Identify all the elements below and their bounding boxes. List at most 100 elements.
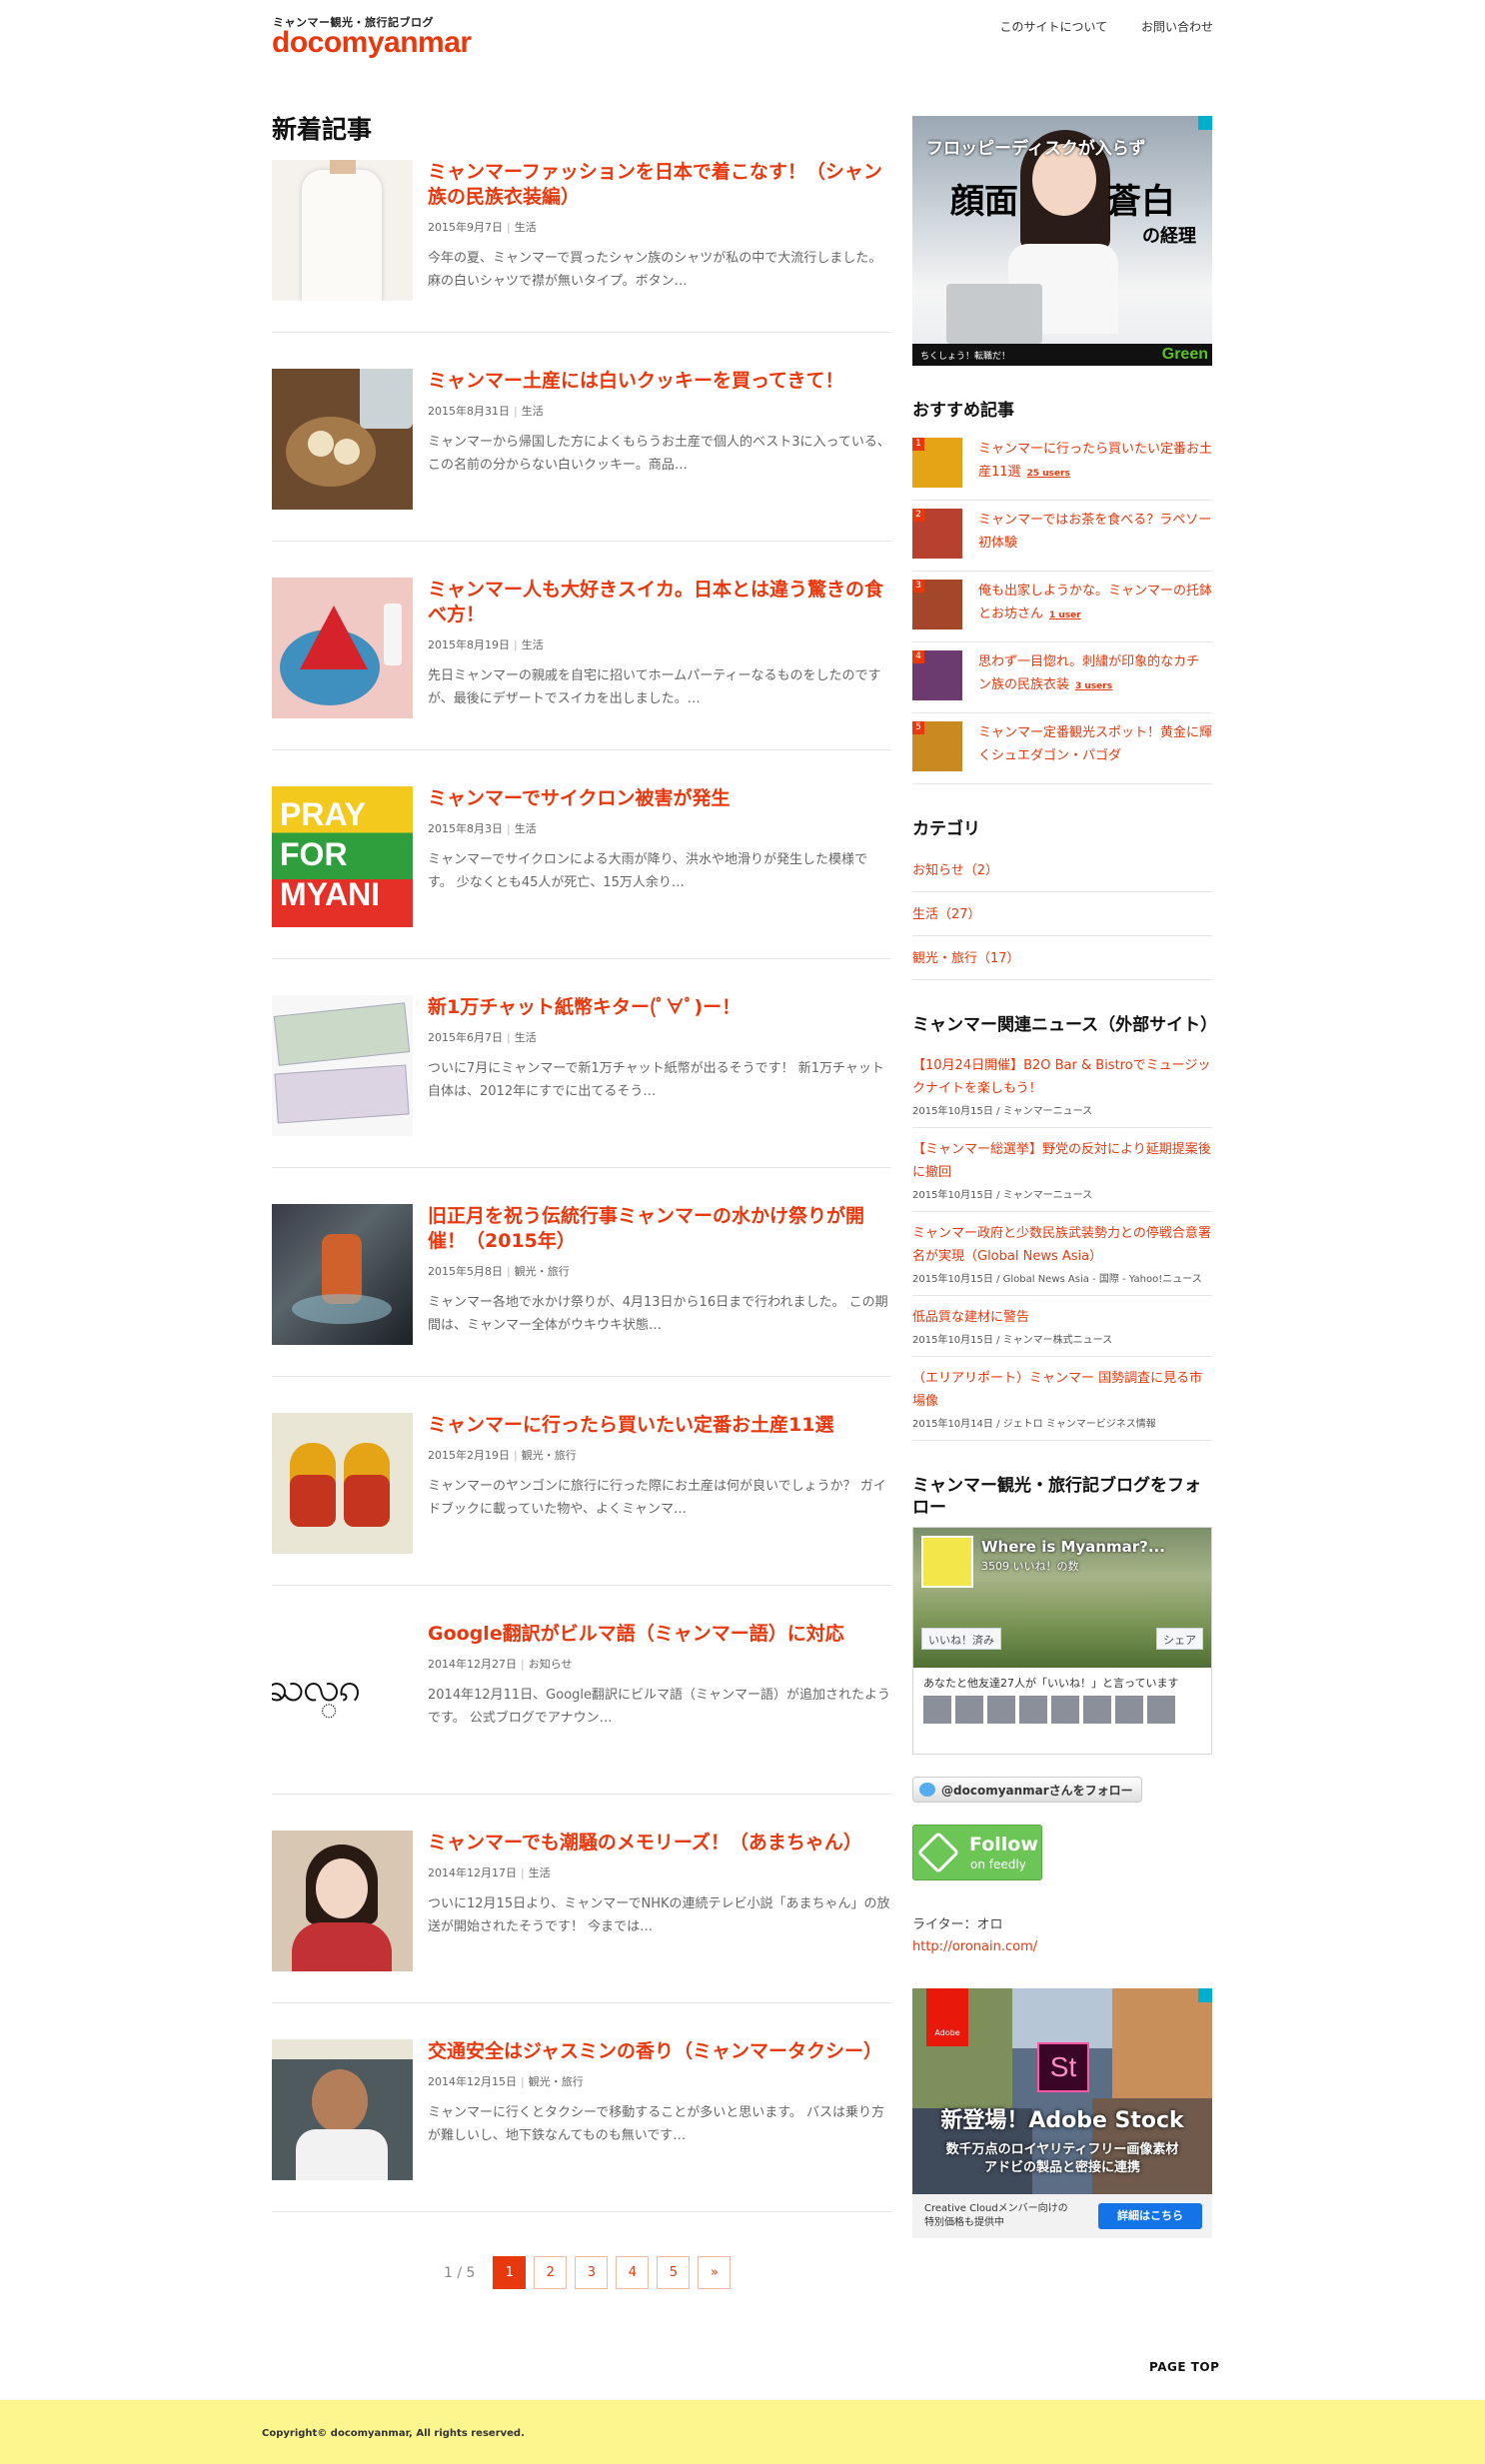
recommended-item[interactable]: 4 思わず一目惚れ。刺繍が印象的なカチン族の民族衣装 3 users: [912, 642, 1212, 713]
avatar[interactable]: [987, 1696, 1015, 1724]
recommended-thumbnail[interactable]: 5: [912, 721, 962, 771]
recommended-thumbnail[interactable]: 2: [912, 509, 962, 559]
entry-category[interactable]: 観光・旅行: [529, 2075, 584, 2088]
news-meta: 2015年10月15日 / Global News Asia - 国際 - Ya…: [912, 1274, 1202, 1285]
site-logo[interactable]: docomyanmar: [272, 26, 472, 60]
avatar[interactable]: [1147, 1696, 1175, 1724]
entry-date: 2015年8月3日: [428, 822, 503, 835]
page-link-4[interactable]: 4: [616, 2256, 650, 2289]
recommended-title-link[interactable]: ミャンマー定番観光スポット！黄金に輝くシュエダゴン・パゴダ: [978, 725, 1212, 763]
facebook-like-button[interactable]: いいね！済み: [921, 1628, 1001, 1650]
entry-category[interactable]: 生活: [515, 822, 537, 835]
category-link[interactable]: 観光・旅行（17）: [912, 936, 1212, 980]
avatar[interactable]: [1115, 1696, 1143, 1724]
entry-category[interactable]: 生活: [522, 638, 544, 651]
news-heading: ミャンマー関連ニュース（外部サイト）: [912, 1015, 1218, 1035]
facebook-page-name[interactable]: Where is Myanmar?...: [981, 1538, 1165, 1556]
ad-banner-adobe[interactable]: Adobe St 新登場！Adobe Stock 数千万点のロイヤリティフリー画…: [912, 1988, 1212, 2238]
news-title-link[interactable]: 低品質な建材に警告: [912, 1306, 1212, 1329]
rank-badge: 3: [912, 580, 924, 593]
recommended-title-link[interactable]: 俺も出家しようかな。ミャンマーの托鉢とお坊さん: [978, 584, 1212, 621]
recommended-item[interactable]: 2 ミャンマーではお茶を食べる？ラペソー初体験: [912, 501, 1212, 572]
news-title-link[interactable]: （エリアリポート）ミャンマー 国勢調査に見る市場像: [912, 1367, 1212, 1413]
hatena-users-badge[interactable]: 1 user: [1049, 611, 1081, 620]
news-item: 【ミャンマー総選挙】野党の反対により延期提案後に撤回 2015年10月15日 /…: [912, 1128, 1212, 1212]
recommended-item[interactable]: 1 ミャンマーに行ったら買いたい定番お土産11選 25 users: [912, 430, 1212, 501]
entry-excerpt: ついに12月15日より、ミャンマーでNHKの連続テレビ小説「あまちゃん」の放送が…: [428, 1896, 890, 1934]
entry-title-link[interactable]: 旧正月を祝う伝統行事ミャンマーの水かけ祭りが開催！（2015年）: [428, 1204, 891, 1254]
avatar[interactable]: [1019, 1696, 1047, 1724]
entry-excerpt: 2014年12月11日、Google翻訳にビルマ語（ミャンマー語）が追加されたよ…: [428, 1688, 891, 1726]
category-link[interactable]: お知らせ（2）: [912, 848, 1212, 892]
page-avatar[interactable]: [921, 1536, 973, 1588]
recommended-thumbnail[interactable]: 1: [912, 438, 962, 488]
recommended-title-link[interactable]: ミャンマーに行ったら買いたい定番お土産11選: [978, 442, 1212, 480]
facebook-share-button[interactable]: シェア: [1156, 1628, 1203, 1650]
entry-title-link[interactable]: ミャンマー土産には白いクッキーを買ってきて！: [428, 369, 891, 394]
entry-thumbnail[interactable]: [272, 1831, 413, 1971]
entry-category[interactable]: 生活: [515, 221, 537, 234]
avatar[interactable]: [1051, 1696, 1079, 1724]
avatar[interactable]: [955, 1696, 983, 1724]
entry-title-link[interactable]: 交通安全はジャスミンの香り（ミャンマータクシー）: [428, 2039, 891, 2064]
writer-link[interactable]: http://oronain.com/: [912, 1939, 1037, 1954]
entry-title-link[interactable]: ミャンマー人も大好きスイカ。日本とは違う驚きの食べ方！: [428, 578, 891, 627]
avatar[interactable]: [1083, 1696, 1111, 1724]
entry-title-link[interactable]: Google翻訳がビルマ語（ミャンマー語）に対応: [428, 1622, 891, 1647]
entry-thumbnail[interactable]: [272, 578, 413, 718]
recommended-item[interactable]: 5 ミャンマー定番観光スポット！黄金に輝くシュエダゴン・パゴダ: [912, 713, 1212, 784]
entry-title-link[interactable]: ミャンマーファッションを日本で着こなす！（シャン族の民族衣装編）: [428, 160, 891, 210]
ad-details-button[interactable]: 詳細はこちら: [1098, 2203, 1202, 2229]
page-link-1[interactable]: 1: [493, 2256, 527, 2289]
entry-title-link[interactable]: ミャンマーでサイクロン被害が発生: [428, 786, 891, 811]
entry-thumbnail[interactable]: [272, 160, 413, 301]
entry-category[interactable]: 観光・旅行: [515, 1265, 570, 1278]
hatena-users-badge[interactable]: 25 users: [1027, 469, 1070, 479]
page-link-5[interactable]: 5: [657, 2256, 691, 2289]
hatena-users-badge[interactable]: 3 users: [1075, 681, 1112, 691]
recommended-thumbnail[interactable]: 4: [912, 650, 962, 700]
entry-thumbnail[interactable]: PRAY FOR MYANI: [272, 786, 413, 927]
entry-date: 2015年8月19日: [428, 638, 510, 651]
recommended-thumbnail[interactable]: 3: [912, 580, 962, 629]
entry-thumbnail[interactable]: [272, 1413, 413, 1554]
entry-category[interactable]: 生活: [522, 405, 544, 418]
entry-title-link[interactable]: 新1万チャット紙幣キター(ﾟ∀ﾟ)ー！: [428, 995, 891, 1020]
news-title-link[interactable]: 【10月24日開催】B2O Bar & Bistroでミュージックナイトを楽しも…: [912, 1054, 1212, 1100]
entry-item: ミャンマー土産には白いクッキーを買ってきて！ 2015年8月31日 | 生活 ミャン…: [272, 369, 891, 542]
nav-contact-link[interactable]: お問い合わせ: [1141, 20, 1213, 34]
entry-category[interactable]: お知らせ: [529, 1658, 573, 1671]
feedly-follow-button[interactable]: Follow on feedly: [912, 1825, 1042, 1880]
ad-banner-green[interactable]: フロッピーディスクが入らず 顔面 蒼白 の経理 ちくしょう！転職だ！ Green: [912, 116, 1212, 366]
entry-title-link[interactable]: ミャンマーに行ったら買いたい定番お土産11選: [428, 1413, 891, 1438]
page-top-link[interactable]: PAGE TOP: [1149, 2360, 1219, 2374]
nav-about-link[interactable]: このサイトについて: [1000, 20, 1108, 34]
recommended-item[interactable]: 3 俺も出家しようかな。ミャンマーの托鉢とお坊さん 1 user: [912, 572, 1212, 642]
page-link-3[interactable]: 3: [575, 2256, 609, 2289]
facebook-cover[interactable]: Where is Myanmar?... 3509 いいね！の数 いいね！済み …: [913, 1528, 1211, 1668]
entry-category[interactable]: 生活: [515, 1031, 537, 1044]
adchoices-icon[interactable]: [1198, 1988, 1212, 2002]
recommended-title-link[interactable]: ミャンマーではお茶を食べる？ラペソー初体験: [978, 513, 1211, 551]
entry-thumbnail[interactable]: ႀလ္ၵ: [272, 1622, 413, 1763]
adchoices-icon[interactable]: [1198, 116, 1212, 130]
entry-category[interactable]: 生活: [529, 1866, 551, 1879]
entry-meta: 2015年8月3日 | 生活: [428, 822, 537, 835]
entry-thumbnail[interactable]: [272, 1204, 413, 1345]
category-link[interactable]: 生活（27）: [912, 892, 1212, 936]
avatar[interactable]: [923, 1696, 951, 1724]
entry-thumbnail[interactable]: [272, 995, 413, 1136]
entry-date: 2015年9月7日: [428, 221, 503, 234]
entry-title-link[interactable]: ミャンマーでも潮騒のメモリーズ！（あまちゃん）: [428, 1831, 891, 1855]
page-link-2[interactable]: 2: [534, 2256, 568, 2289]
news-title-link[interactable]: ミャンマー政府と少数民族武装勢力との停戦合意署名が実現（Global News …: [912, 1222, 1212, 1268]
entry-thumbnail[interactable]: [272, 2039, 413, 2180]
entry-thumbnail[interactable]: [272, 369, 413, 510]
entry-date: 2015年8月31日: [428, 405, 510, 418]
ad-footer-text: Creative Cloudメンバー向けの特別価格も提供中: [924, 2203, 1068, 2228]
page-next-link[interactable]: »: [698, 2256, 732, 2289]
adobe-logo: Adobe: [926, 1988, 968, 2046]
twitter-follow-button[interactable]: @docomyanmarさんをフォロー: [912, 1777, 1142, 1803]
news-title-link[interactable]: 【ミャンマー総選挙】野党の反対により延期提案後に撤回: [912, 1138, 1212, 1184]
entry-category[interactable]: 観光・旅行: [522, 1449, 577, 1462]
